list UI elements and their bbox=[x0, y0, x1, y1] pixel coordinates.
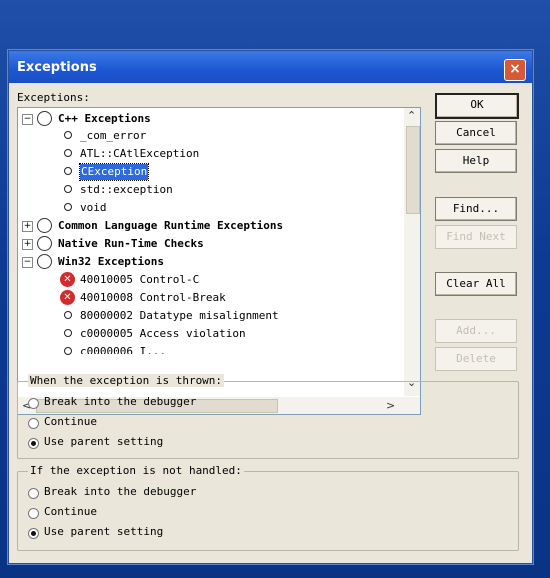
state-circle-icon[interactable] bbox=[64, 167, 72, 175]
thrown-settings-group: When the exception is thrown: Break into… bbox=[17, 374, 519, 459]
state-circle-icon[interactable] bbox=[64, 131, 72, 139]
unhandled-group-title: If the exception is not handled: bbox=[28, 464, 244, 477]
vertical-scroll-thumb[interactable] bbox=[406, 126, 420, 214]
tree-item-cpp-exceptions[interactable]: C++ Exceptions bbox=[58, 111, 151, 127]
close-icon: × bbox=[509, 61, 521, 77]
unhandled-continue-label[interactable]: Continue bbox=[44, 505, 97, 518]
tree-item-com-error[interactable]: _com_error bbox=[80, 128, 146, 144]
tree-item-access-violation[interactable]: c0000005 Access violation bbox=[80, 326, 246, 342]
radio-unhandled-break[interactable] bbox=[28, 488, 39, 499]
state-circle-icon[interactable] bbox=[64, 203, 72, 211]
state-circle-icon[interactable] bbox=[64, 347, 72, 355]
close-button[interactable]: × bbox=[504, 59, 526, 81]
thrown-continue-label[interactable]: Continue bbox=[44, 415, 97, 428]
tree-item-atl-exception[interactable]: ATL::CAtlException bbox=[80, 146, 199, 162]
radio-thrown-use-parent[interactable] bbox=[28, 438, 39, 449]
state-circle-icon[interactable] bbox=[64, 311, 72, 319]
thrown-use-parent-label[interactable]: Use parent setting bbox=[44, 435, 163, 448]
radio-thrown-break[interactable] bbox=[28, 398, 39, 409]
tree-item-clr-exceptions[interactable]: Common Language Runtime Exceptions bbox=[58, 218, 283, 234]
scroll-up-icon[interactable]: ⌃ bbox=[407, 109, 416, 122]
tree-item-datatype-misalignment[interactable]: 80000002 Datatype misalignment bbox=[80, 308, 279, 324]
tree-item-std-exception[interactable]: std::exception bbox=[80, 182, 173, 198]
delete-button[interactable]: Delete bbox=[435, 347, 517, 371]
tree-item-void[interactable]: void bbox=[80, 200, 107, 216]
tree-item-control-break[interactable]: 40010008 Control-Break bbox=[80, 290, 226, 306]
collapse-cpp-icon[interactable]: − bbox=[22, 114, 33, 125]
help-button[interactable]: Help bbox=[435, 149, 517, 173]
radio-unhandled-continue[interactable] bbox=[28, 508, 39, 519]
expand-native-icon[interactable]: + bbox=[22, 239, 33, 250]
state-circle-icon[interactable] bbox=[37, 254, 52, 269]
unhandled-use-parent-label[interactable]: Use parent setting bbox=[44, 525, 163, 538]
state-circle-icon[interactable] bbox=[64, 185, 72, 193]
exceptions-dialog: Exceptions × Exceptions: − C++ Exception… bbox=[8, 50, 533, 564]
break-state-error-icon[interactable]: ✕ bbox=[60, 272, 75, 287]
break-state-error-icon[interactable]: ✕ bbox=[60, 290, 75, 305]
radio-thrown-continue[interactable] bbox=[28, 418, 39, 429]
ok-button[interactable]: OK bbox=[435, 93, 519, 119]
thrown-group-title: When the exception is thrown: bbox=[28, 374, 225, 387]
title-bar[interactable]: Exceptions × bbox=[9, 51, 532, 83]
dialog-title: Exceptions bbox=[17, 60, 97, 75]
unhandled-settings-group: If the exception is not handled: Break i… bbox=[17, 464, 519, 551]
cancel-button[interactable]: Cancel bbox=[435, 121, 517, 145]
collapse-win32-icon[interactable]: − bbox=[22, 257, 33, 268]
expand-clr-icon[interactable]: + bbox=[22, 221, 33, 232]
add-button[interactable]: Add... bbox=[435, 319, 517, 343]
state-circle-icon[interactable] bbox=[64, 149, 72, 157]
tree-item-native-runtime-checks[interactable]: Native Run-Time Checks bbox=[58, 236, 204, 252]
state-circle-icon[interactable] bbox=[37, 236, 52, 251]
clear-all-button[interactable]: Clear All bbox=[435, 272, 517, 296]
tree-item-cexception-selected[interactable]: CException bbox=[78, 163, 150, 181]
tree-item-control-c[interactable]: 40010005 Control-C bbox=[80, 272, 199, 288]
state-circle-icon[interactable] bbox=[37, 218, 52, 233]
state-circle-icon[interactable] bbox=[64, 329, 72, 337]
find-button[interactable]: Find... bbox=[435, 197, 517, 221]
exceptions-list-label: Exceptions: bbox=[17, 91, 90, 104]
tree-item-win32-exceptions[interactable]: Win32 Exceptions bbox=[58, 254, 164, 270]
unhandled-break-label[interactable]: Break into the debugger bbox=[44, 485, 196, 498]
exceptions-tree[interactable]: − C++ Exceptions _com_error ATL::CAtlExc… bbox=[17, 107, 421, 415]
state-circle-icon[interactable] bbox=[37, 111, 52, 126]
tree-vertical-scrollbar[interactable]: ⌃ ⌄ bbox=[404, 108, 420, 396]
radio-unhandled-use-parent[interactable] bbox=[28, 528, 39, 539]
find-next-button[interactable]: Find Next bbox=[435, 225, 517, 249]
thrown-break-label[interactable]: Break into the debugger bbox=[44, 395, 196, 408]
tree-item-partial[interactable]: c0000006 I... bbox=[80, 344, 166, 354]
